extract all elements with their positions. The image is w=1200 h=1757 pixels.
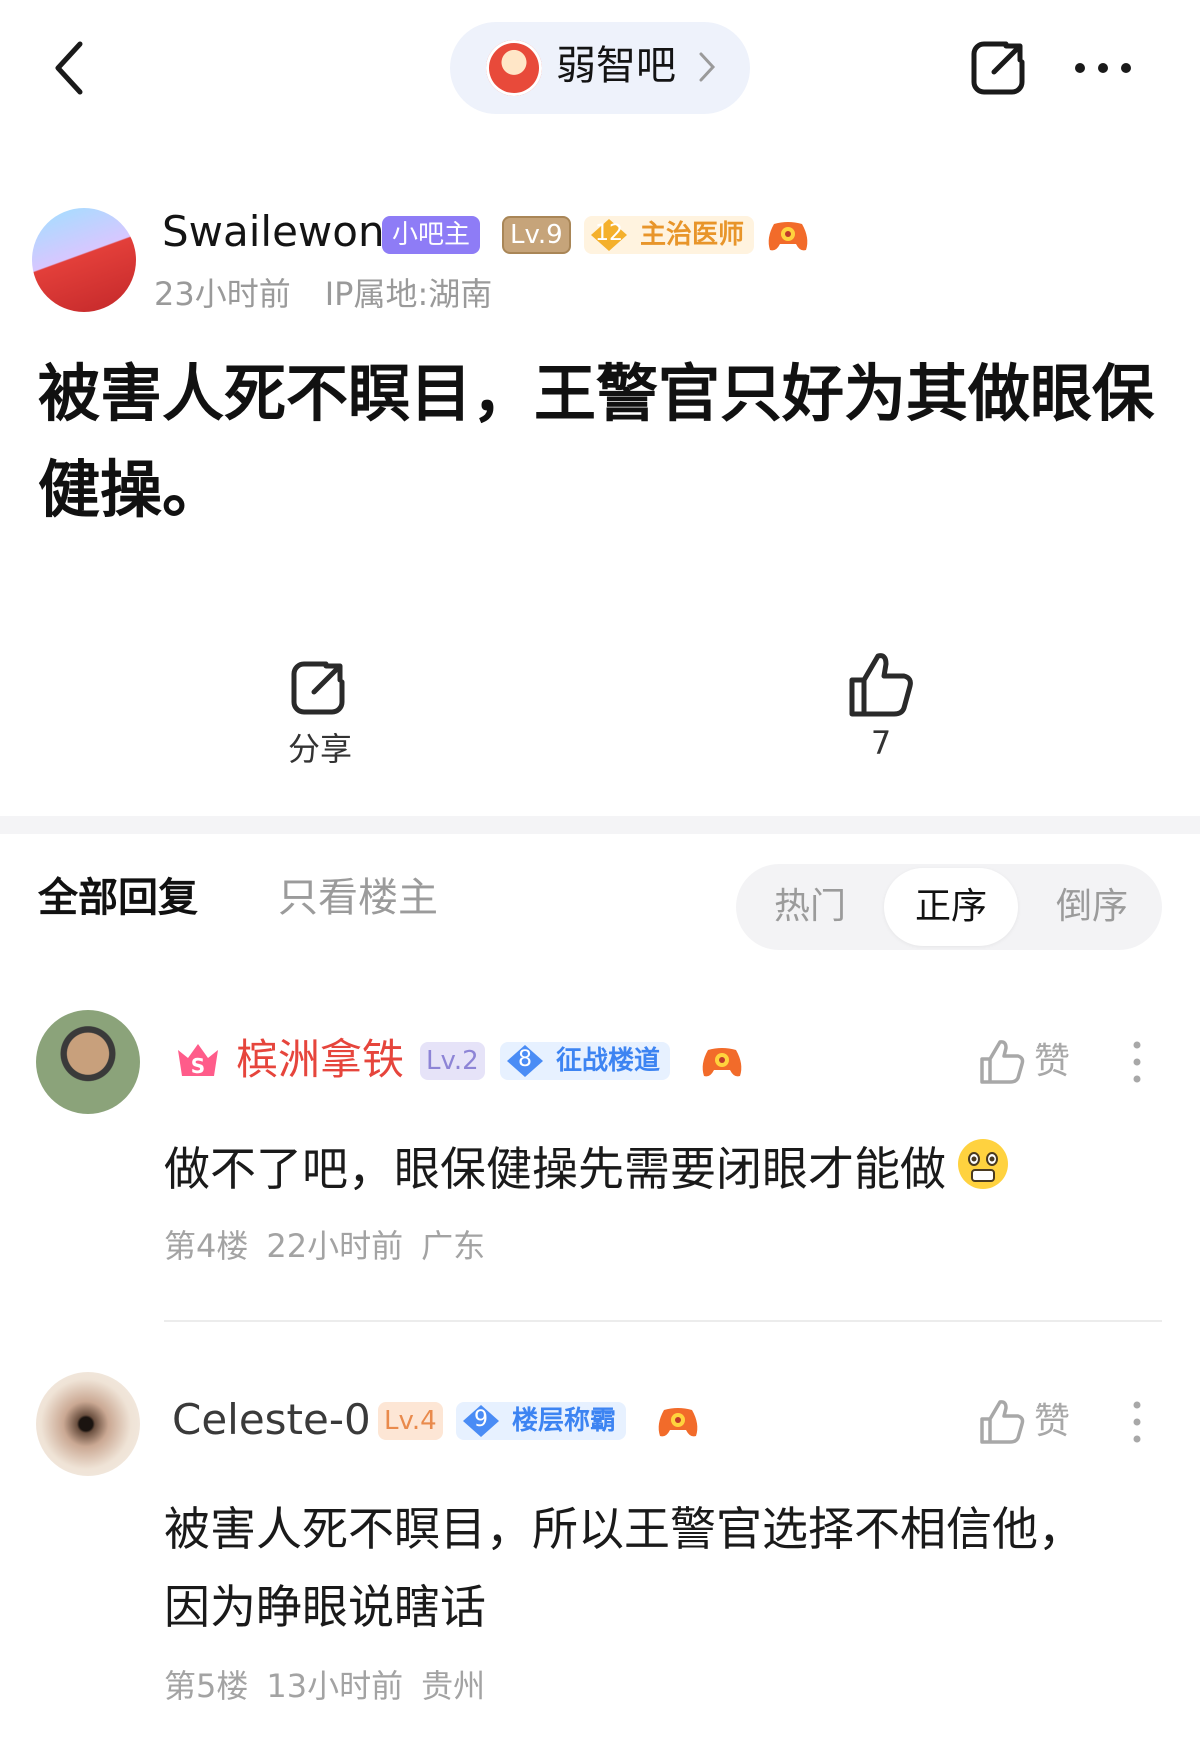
- teletubby-po-icon: [486, 40, 542, 96]
- forum-moderator-badge: 小吧主: [382, 216, 481, 254]
- section-divider: [0, 816, 1200, 834]
- honor-title-badge: 9 楼层称霸: [456, 1402, 627, 1440]
- level-badge: Lv.9: [502, 216, 571, 254]
- reply-avatar[interactable]: [36, 1010, 140, 1114]
- level-badge: Lv.4: [378, 1402, 443, 1440]
- svg-text:S: S: [191, 1054, 205, 1078]
- reply-content: 做不了吧，眼保健操先需要闭眼才能做: [164, 1130, 1164, 1208]
- thumbs-up-icon: [980, 1040, 1025, 1084]
- reply-meta: 第4楼 22小时前 广东: [164, 1224, 503, 1268]
- floor-number: 第4楼: [164, 1227, 249, 1265]
- share-icon: [291, 661, 345, 715]
- thumbs-up-icon: [849, 653, 913, 717]
- share-icon: [971, 41, 1025, 95]
- reply-avatar[interactable]: [36, 1372, 140, 1476]
- reply-divider: [164, 1320, 1162, 1322]
- reply-location: 广东: [421, 1227, 486, 1265]
- like-label: 赞: [1034, 1041, 1071, 1082]
- sort-descending-option[interactable]: 倒序: [1036, 864, 1148, 950]
- honor-title-text: 征战楼道: [556, 1046, 661, 1076]
- post-share-button[interactable]: [286, 656, 350, 720]
- kebab-menu-icon[interactable]: [1132, 1040, 1142, 1084]
- post-title: 被害人死不瞑目，王警官只好为其做眼保健操。: [38, 357, 1155, 526]
- post-time: 23小时前: [154, 275, 291, 313]
- op-avatar[interactable]: [32, 208, 136, 312]
- sort-ascending-option[interactable]: 正序: [884, 868, 1018, 946]
- reply-username[interactable]: Celeste-0: [172, 1394, 371, 1446]
- reply-like-button[interactable]: 赞: [978, 1038, 1070, 1086]
- tab-op-only[interactable]: 只看楼主: [278, 868, 438, 928]
- reply-time: 13小时前: [266, 1667, 404, 1705]
- gamepad-icon: [768, 222, 808, 251]
- share-button[interactable]: [966, 36, 1030, 100]
- share-label: 分享: [287, 730, 352, 768]
- more-dots-icon: [1075, 63, 1131, 73]
- reply-text-line: 被害人死不瞑目，所以王警官选择不相信他，: [164, 1502, 1084, 1556]
- vip-crown-icon: S: [178, 1044, 218, 1078]
- op-username[interactable]: Swailewon: [162, 206, 385, 258]
- thumbs-up-icon: [980, 1400, 1025, 1444]
- floor-number: 第5楼: [164, 1667, 249, 1705]
- like-count: 7: [870, 724, 892, 762]
- shocked-face-emoji: [958, 1139, 1008, 1189]
- honor-title-text: 主治医师: [640, 220, 745, 250]
- ip-location: IP属地:湖南: [324, 275, 493, 313]
- back-button[interactable]: [48, 38, 92, 98]
- chevron-right-icon: [699, 52, 716, 82]
- sort-hot-option[interactable]: 热门: [754, 864, 866, 950]
- reply-meta: 第5楼 13小时前 贵州: [164, 1664, 503, 1708]
- reply-like-button[interactable]: 赞: [978, 1398, 1070, 1446]
- reply-time: 22小时前: [266, 1227, 404, 1265]
- reply-location: 贵州: [421, 1667, 486, 1705]
- post-like-button[interactable]: [846, 650, 916, 720]
- honor-level-number: 8: [518, 1047, 532, 1072]
- more-options-button[interactable]: [1072, 58, 1134, 78]
- gamepad-icon: [658, 1408, 698, 1437]
- honor-level-number: 9: [474, 1407, 488, 1432]
- forum-name: 弱智吧: [556, 43, 676, 89]
- like-label: 赞: [1034, 1401, 1071, 1442]
- tab-all-replies[interactable]: 全部回复: [38, 868, 198, 928]
- reply-text: 做不了吧，眼保健操先需要闭眼才能做: [164, 1142, 946, 1196]
- op-meta: 23小时前 IP属地:湖南: [154, 272, 526, 316]
- gamepad-icon: [702, 1048, 742, 1077]
- honor-title-badge: 8 征战楼道: [500, 1042, 671, 1080]
- honor-level-number: 12: [595, 221, 623, 246]
- back-chevron-icon: [55, 41, 83, 95]
- level-badge: Lv.2: [420, 1042, 485, 1080]
- reply-username[interactable]: 槟洲拿铁: [236, 1034, 404, 1086]
- reply-content: 被害人死不瞑目，所以王警官选择不相信他， 因为睁眼说瞎话: [164, 1490, 1164, 1646]
- kebab-menu-icon[interactable]: [1132, 1400, 1142, 1444]
- honor-title-badge: 12 主治医师: [584, 216, 755, 254]
- honor-title-text: 楼层称霸: [512, 1406, 617, 1436]
- reply-text-line: 因为睁眼说瞎话: [164, 1580, 486, 1634]
